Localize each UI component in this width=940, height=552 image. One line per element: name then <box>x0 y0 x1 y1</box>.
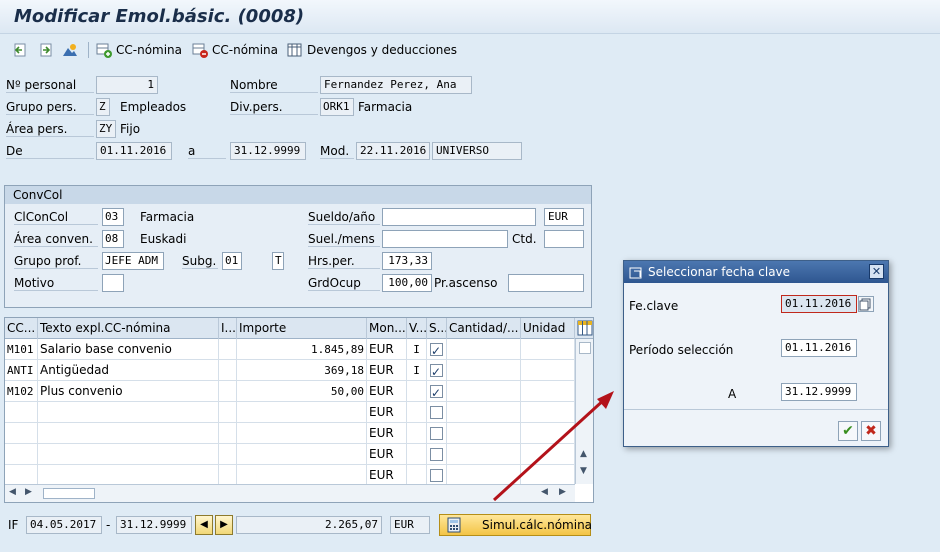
periodo-from-field[interactable]: 01.11.2016 <box>781 339 857 357</box>
checkmark-icon: ✔ <box>842 423 854 439</box>
dialog-title: Seleccionar fecha clave <box>648 265 791 279</box>
cancel-button[interactable]: ✖ <box>861 421 881 441</box>
calendar-help-icon[interactable] <box>858 296 874 312</box>
fecha-clave-dialog: Seleccionar fecha clave ✕ Fe.clave 01.11… <box>623 260 889 447</box>
periodo-to-field[interactable]: 31.12.9999 <box>781 383 857 401</box>
cancel-x-icon: ✖ <box>865 423 877 439</box>
dialog-close-button[interactable]: ✕ <box>869 264 884 279</box>
confirm-button[interactable]: ✔ <box>838 421 858 441</box>
feclave-field[interactable]: 01.11.2016 <box>781 295 857 313</box>
periodo-label: Período selección <box>629 343 734 357</box>
dialog-titlebar: Seleccionar fecha clave ✕ <box>624 261 888 283</box>
close-icon: ✕ <box>871 265 882 278</box>
dialog-divider <box>624 409 888 410</box>
dialog-window-icon <box>629 265 643 279</box>
feclave-label: Fe.clave <box>629 299 679 313</box>
periodo-a-label: A <box>728 387 737 401</box>
